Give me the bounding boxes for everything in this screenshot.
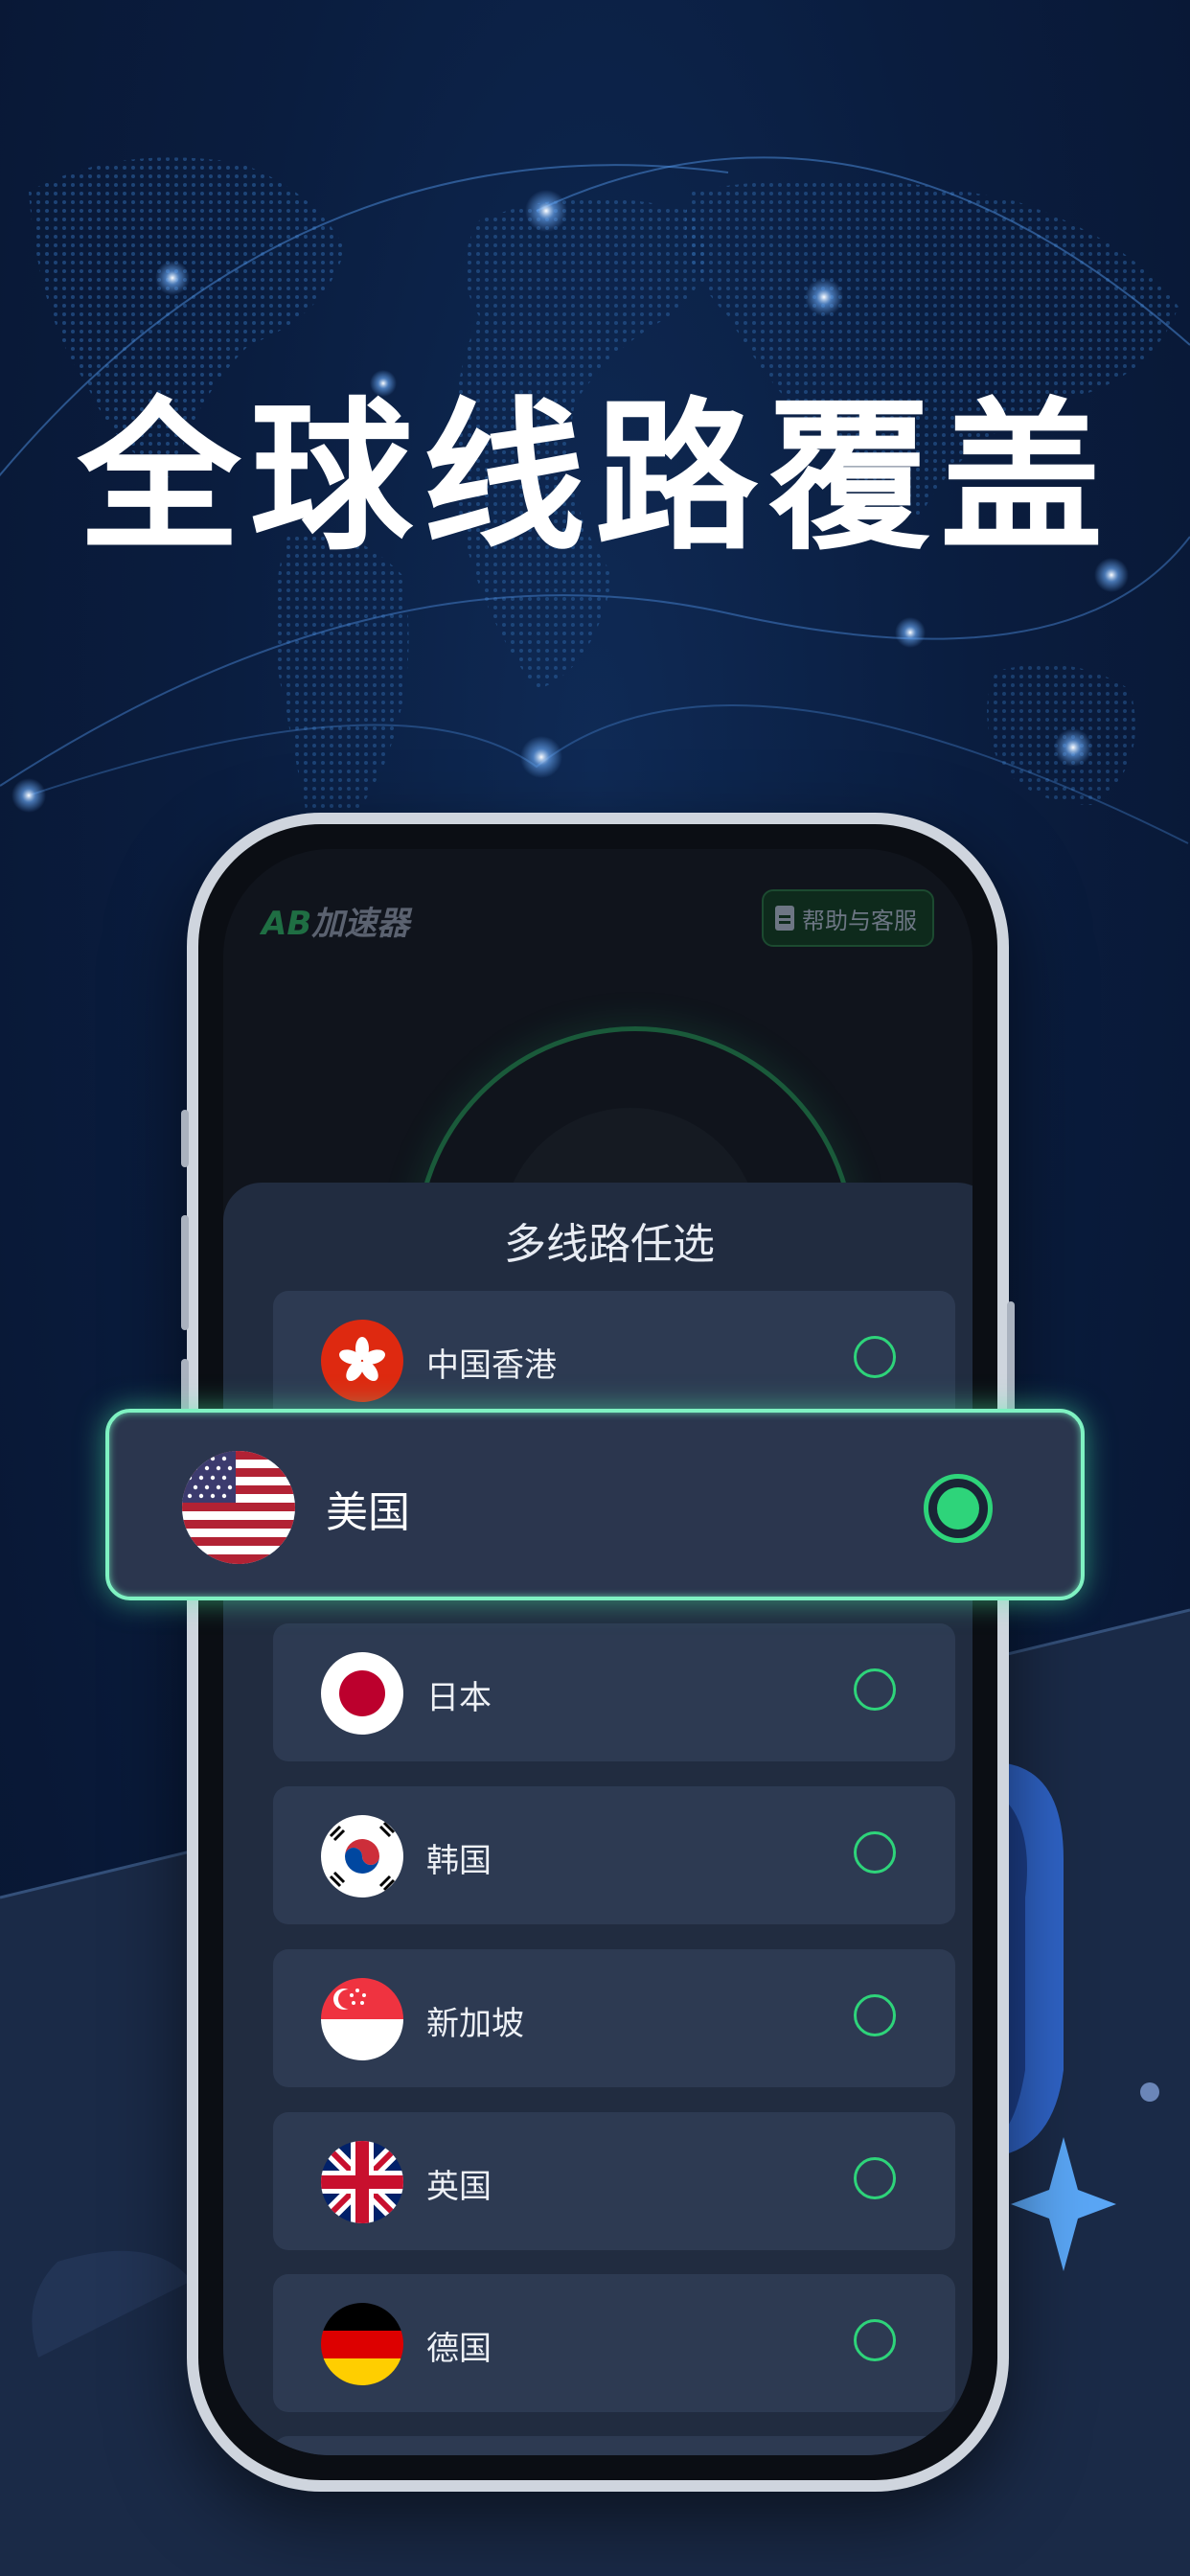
- jp-flag-icon: [321, 1652, 403, 1735]
- help-support-label: 帮助与客服: [802, 907, 917, 934]
- phone-bezel: AB加速器 帮助与客服 多线路任选 中国香港 日本 韩国 新加坡 英国 德国: [198, 824, 997, 2480]
- phone-side-button: [181, 1110, 189, 1167]
- region-label: 新加坡: [426, 2005, 524, 2043]
- region-label: 英国: [426, 2168, 492, 2206]
- phone-mockup: AB加速器 帮助与客服 多线路任选 中国香港 日本 韩国 新加坡 英国 德国: [181, 813, 1015, 2492]
- radio-button[interactable]: [854, 1668, 896, 1711]
- app-logo-ab: AB: [262, 905, 312, 943]
- selected-region-card-usa[interactable]: 美国: [105, 1409, 1085, 1600]
- radio-button[interactable]: [854, 2319, 896, 2361]
- de-flag-icon: [321, 2303, 403, 2385]
- region-row-korea[interactable]: 韩国: [273, 1786, 955, 1924]
- radio-button-selected[interactable]: [924, 1474, 993, 1543]
- sheet-title: 多线路任选: [504, 1220, 715, 1269]
- radio-button[interactable]: [854, 2157, 896, 2199]
- line-select-sheet: 多线路任选 中国香港 日本 韩国 新加坡 英国 德国: [223, 1183, 973, 2455]
- hk-flag-icon: [321, 1320, 403, 1402]
- phone-screen: AB加速器 帮助与客服 多线路任选 中国香港 日本 韩国 新加坡 英国 德国: [223, 849, 973, 2455]
- phone-volume-up-button: [181, 1215, 189, 1330]
- region-label: 韩国: [426, 1842, 492, 1880]
- region-label: 中国香港: [426, 1346, 557, 1385]
- sg-flag-icon: [321, 1978, 403, 2060]
- radio-button[interactable]: [854, 1831, 896, 1874]
- kr-flag-icon: [321, 1815, 403, 1898]
- uk-flag-icon: [321, 2141, 403, 2223]
- region-row-uk[interactable]: 英国: [273, 2112, 955, 2250]
- app-logo-name: 加速器: [311, 905, 410, 943]
- region-row-partial[interactable]: [273, 2436, 955, 2455]
- region-label: 日本: [426, 1679, 492, 1717]
- radio-button[interactable]: [854, 1336, 896, 1378]
- document-icon: [775, 906, 794, 931]
- headline: 全球线路覆盖: [77, 383, 1112, 573]
- help-support-button[interactable]: 帮助与客服: [762, 889, 934, 947]
- region-row-germany[interactable]: 德国: [273, 2274, 955, 2412]
- region-row-singapore[interactable]: 新加坡: [273, 1949, 955, 2087]
- app-logo: AB加速器: [262, 897, 409, 944]
- region-row-japan[interactable]: 日本: [273, 1623, 955, 1761]
- us-flag-icon: [182, 1451, 295, 1564]
- region-label: 德国: [426, 2330, 492, 2368]
- selected-region-label: 美国: [326, 1488, 410, 1537]
- radio-button[interactable]: [854, 1994, 896, 2036]
